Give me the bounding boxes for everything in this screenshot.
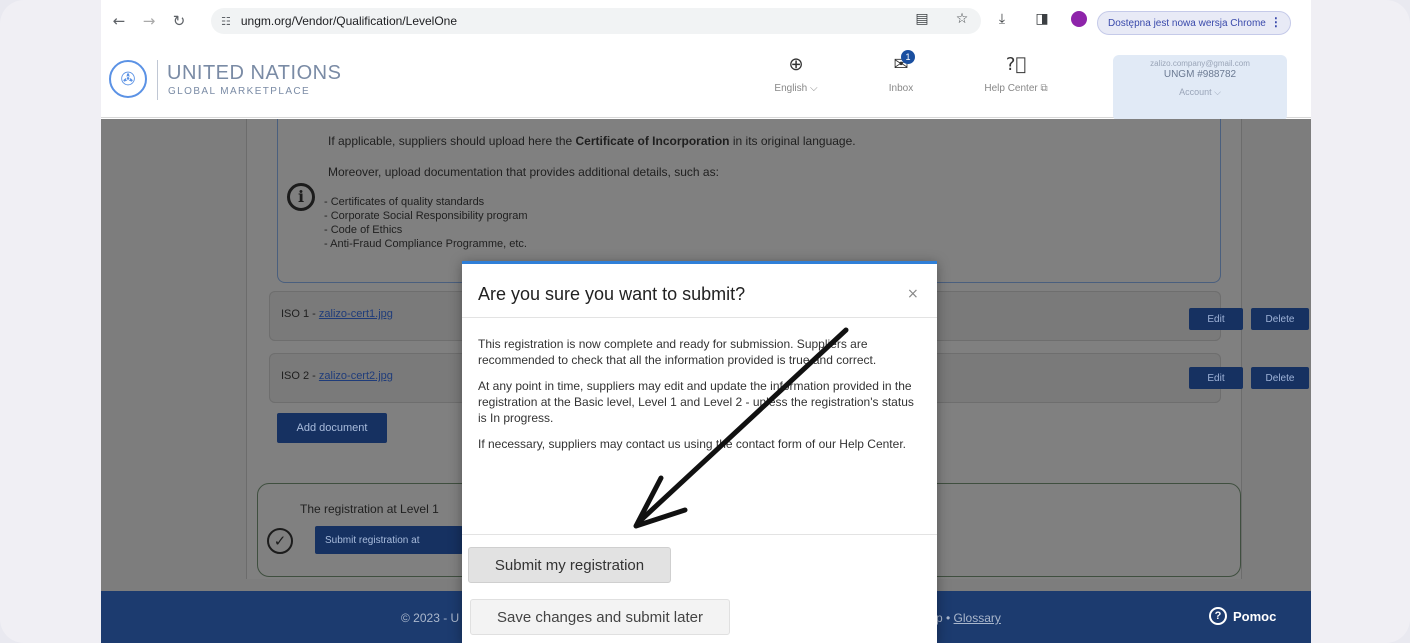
language-label: English ⌵ [774, 83, 818, 94]
certificate-bold: Certificate of Incorporation [575, 134, 730, 148]
check-circle-icon: ✓ [267, 528, 293, 554]
address-bar[interactable]: ☷ ungm.org/Vendor/Qualification/LevelOne [211, 8, 981, 34]
account-label: Account ⌵ [1179, 87, 1221, 97]
list-item: - Certificates of quality standards [324, 196, 485, 208]
browser-window: ← → ↻ ☷ ungm.org/Vendor/Qualification/Le… [101, 0, 1311, 643]
glossary-link[interactable]: Glossary [954, 611, 1001, 625]
document-label: ISO 1 - zalizo-cert1.jpg [281, 308, 393, 320]
help-center-link[interactable]: ?⃝ Help Center ⧉ [966, 54, 1066, 94]
info-icon: i [287, 183, 315, 211]
dialog-title: Are you sure you want to submit? [478, 284, 746, 304]
reload-icon[interactable]: ↻ [165, 7, 193, 35]
submit-confirmation-dialog: Are you sure you want to submit? × This … [462, 261, 937, 643]
edit-button[interactable]: Edit [1189, 308, 1243, 330]
add-document-button[interactable]: Add document [277, 413, 387, 443]
dialog-paragraph: If necessary, suppliers may contact us u… [478, 437, 906, 451]
download-icon[interactable]: ⤓ [991, 8, 1013, 30]
document-file-link[interactable]: zalizo-cert1.jpg [319, 308, 393, 320]
chrome-update-button[interactable]: Dostępna jest nowa wersja Chrome ⋮ [1097, 11, 1291, 35]
footer-copyright: © 2023 - U [401, 611, 460, 625]
account-email: zalizo.company@gmail.com [1150, 59, 1250, 68]
profile-avatar[interactable] [1071, 11, 1087, 27]
browser-toolbar: ← → ↻ ☷ ungm.org/Vendor/Qualification/Le… [101, 0, 1311, 42]
toolbar-icons: ▤ ☆ ⤓ ◨ [911, 8, 1087, 30]
submit-level-button[interactable]: Submit registration at [315, 526, 463, 554]
help-widget-label: Pomoc [1233, 608, 1277, 624]
document-label: ISO 2 - zalizo-cert2.jpg [281, 370, 393, 382]
side-panel-icon[interactable]: ◨ [1031, 8, 1053, 30]
dialog-paragraph: At any point in time, suppliers may edit… [478, 379, 914, 425]
account-menu[interactable]: zalizo.company@gmail.com UNGM #988782 Ac… [1113, 55, 1287, 121]
list-item: - Anti-Fraud Compliance Programme, etc. [324, 238, 527, 250]
brand-divider [157, 60, 158, 100]
dialog-paragraph: This registration is now complete and re… [478, 337, 877, 367]
delete-button[interactable]: Delete [1251, 367, 1309, 389]
site-header: ✇ UNITED NATIONS GLOBAL MARKETPLACE ⊕ En… [101, 42, 1311, 121]
help-widget-button[interactable]: ? Pomoc [1209, 607, 1276, 625]
info-line-2: Moreover, upload documentation that prov… [328, 165, 719, 179]
inbox-count-badge: 1 [901, 50, 915, 64]
back-icon[interactable]: ← [105, 7, 133, 35]
save-and-submit-later-button[interactable]: Save changes and submit later [470, 599, 730, 635]
bookmark-star-icon[interactable]: ☆ [951, 8, 973, 30]
account-id: UNGM #988782 [1163, 69, 1237, 80]
edit-button[interactable]: Edit [1189, 367, 1243, 389]
screenshot-frame: ← → ↻ ☷ ungm.org/Vendor/Qualification/Le… [0, 0, 1410, 643]
language-selector[interactable]: ⊕ English ⌵ [756, 54, 836, 94]
inbox-label: Inbox [888, 83, 914, 94]
document-file-link[interactable]: zalizo-cert2.jpg [319, 370, 393, 382]
help-icon: ?⃝ [1005, 54, 1027, 75]
delete-button[interactable]: Delete [1251, 308, 1309, 330]
brand-subtitle: GLOBAL MARKETPLACE [168, 86, 311, 97]
footer-links: p • Glossary [936, 611, 1001, 625]
url-text: ungm.org/Vendor/Qualification/LevelOne [240, 14, 458, 28]
site-info-icon[interactable]: ☷ [221, 15, 231, 28]
dialog-divider [462, 317, 937, 318]
globe-icon: ⊕ [788, 54, 804, 75]
dialog-divider [462, 534, 937, 535]
help-center-label: Help Center ⧉ [984, 83, 1048, 94]
info-box: i If applicable, suppliers should upload… [277, 119, 1221, 283]
translate-icon[interactable]: ▤ [911, 8, 933, 30]
dialog-body: This registration is now complete and re… [478, 336, 918, 462]
inbox-link[interactable]: ✉ 1 Inbox [861, 50, 941, 94]
level-status-text: The registration at Level 1 [300, 502, 439, 516]
update-notice-text: Dostępna jest nowa wersja Chrome [1108, 17, 1266, 29]
submit-registration-button[interactable]: Submit my registration [468, 547, 671, 583]
kebab-menu-icon[interactable]: ⋮ [1270, 15, 1282, 29]
close-icon[interactable]: × [907, 286, 919, 302]
list-item: - Corporate Social Responsibility progra… [324, 210, 528, 222]
un-emblem-logo[interactable]: ✇ [109, 60, 147, 98]
info-list: - Certificates of quality standards - Co… [324, 195, 528, 251]
brand-name[interactable]: UNITED NATIONS [167, 62, 341, 85]
list-item: - Code of Ethics [324, 224, 403, 236]
forward-icon[interactable]: → [135, 7, 163, 35]
question-icon: ? [1209, 607, 1227, 625]
info-line-1: If applicable, suppliers should upload h… [328, 134, 856, 148]
